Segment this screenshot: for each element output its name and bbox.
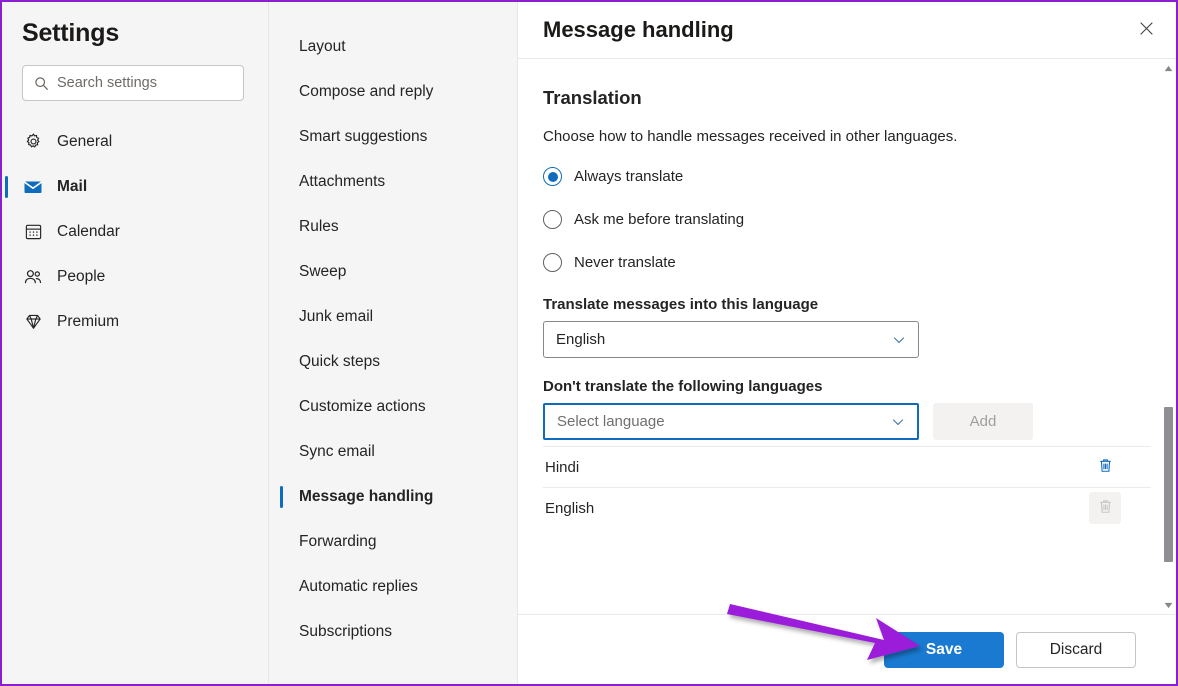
sidebar-nav-list: General Mail Calendar People Premium xyxy=(2,119,268,344)
subnav-item-label: Customize actions xyxy=(299,397,426,415)
subnav-item-label: Junk email xyxy=(299,307,374,325)
main-footer: Save Discard xyxy=(518,614,1176,684)
main-title: Message handling xyxy=(543,17,734,42)
sidebar-item-label: General xyxy=(57,132,113,150)
calendar-icon xyxy=(22,221,44,243)
subnav-item-label: Forwarding xyxy=(299,532,377,550)
trash-icon xyxy=(1097,457,1114,477)
gear-icon xyxy=(22,131,44,153)
list-item: Hindi xyxy=(543,446,1151,487)
radio-mark-icon xyxy=(543,167,562,186)
sidebar-item-label: Premium xyxy=(57,312,120,330)
select-language-dropdown[interactable]: Select language xyxy=(543,403,919,440)
search-settings-box[interactable] xyxy=(22,65,244,101)
target-language-value: English xyxy=(556,331,606,348)
subnav-item-forwarding[interactable]: Forwarding xyxy=(269,519,517,564)
search-icon xyxy=(33,75,49,91)
radio-mark-icon xyxy=(543,210,562,229)
add-language-button[interactable]: Add xyxy=(933,403,1033,440)
subnav-item-label: Message handling xyxy=(299,487,434,505)
subnav-item-label: Quick steps xyxy=(299,352,380,370)
sidebar-item-mail[interactable]: Mail xyxy=(2,164,268,209)
subnav-item-label: Smart suggestions xyxy=(299,127,428,145)
radio-always-translate[interactable]: Always translate xyxy=(543,163,1151,190)
caret-down-icon[interactable] xyxy=(1161,598,1176,612)
select-language-value: Select language xyxy=(557,413,665,430)
subnav-item-subscriptions[interactable]: Subscriptions xyxy=(269,609,517,654)
subnav-item-smart-suggestions[interactable]: Smart suggestions xyxy=(269,114,517,159)
settings-window: Settings General xyxy=(0,0,1178,686)
sidebar-item-label: Calendar xyxy=(57,222,120,240)
content-scrollbar[interactable] xyxy=(1161,59,1176,614)
delete-language-button-english xyxy=(1089,492,1121,524)
diamond-icon xyxy=(22,311,44,333)
subnav-item-customize-actions[interactable]: Customize actions xyxy=(269,384,517,429)
search-input[interactable] xyxy=(57,66,244,100)
radio-mark-icon xyxy=(543,253,562,272)
close-button[interactable] xyxy=(1128,12,1164,48)
radio-label: Always translate xyxy=(574,168,684,185)
subnav-item-junk-email[interactable]: Junk email xyxy=(269,294,517,339)
sidebar-item-label: People xyxy=(57,267,106,285)
sidebar-item-people[interactable]: People xyxy=(2,254,268,299)
delete-language-button-hindi[interactable] xyxy=(1089,451,1121,483)
subnav-item-quick-steps[interactable]: Quick steps xyxy=(269,339,517,384)
subnav-item-label: Sync email xyxy=(299,442,375,460)
excluded-language-select-row: Select language Add xyxy=(543,403,1151,440)
chevron-down-icon xyxy=(890,414,905,429)
section-heading-translation: Translation xyxy=(543,87,642,108)
radio-ask-me-before-translating[interactable]: Ask me before translating xyxy=(543,206,1151,233)
subnav-item-label: Automatic replies xyxy=(299,577,418,595)
subnav-item-automatic-replies[interactable]: Automatic replies xyxy=(269,564,517,609)
radio-never-translate[interactable]: Never translate xyxy=(543,249,1151,276)
sidebar-item-label: Mail xyxy=(57,177,88,195)
radio-label: Ask me before translating xyxy=(574,211,745,228)
page-title: Settings xyxy=(22,19,120,47)
sidebar-item-calendar[interactable]: Calendar xyxy=(2,209,268,254)
subnav-item-rules[interactable]: Rules xyxy=(269,204,517,249)
subnav-item-sync-email[interactable]: Sync email xyxy=(269,429,517,474)
scrollbar-thumb[interactable] xyxy=(1164,407,1173,562)
discard-button[interactable]: Discard xyxy=(1016,631,1136,668)
subnav-item-label: Compose and reply xyxy=(299,82,434,100)
chevron-down-icon xyxy=(891,332,906,347)
save-button[interactable]: Save xyxy=(884,631,1004,668)
subnav-item-label: Sweep xyxy=(299,262,347,280)
trash-icon xyxy=(1097,498,1114,518)
subnav-item-label: Layout xyxy=(299,37,346,55)
target-language-dropdown[interactable]: English xyxy=(543,321,919,358)
sidebar-item-general[interactable]: General xyxy=(2,119,268,164)
mail-icon xyxy=(22,176,44,198)
selection-indicator xyxy=(280,485,283,508)
sidebar-item-premium[interactable]: Premium xyxy=(2,299,268,344)
excluded-languages-label: Don't translate the following languages xyxy=(543,378,823,395)
list-item: English xyxy=(543,487,1151,528)
mail-settings-subnav: Layout Compose and reply Smart suggestio… xyxy=(268,2,517,684)
language-name: Hindi xyxy=(545,458,580,476)
target-language-label: Translate messages into this language xyxy=(543,296,819,313)
radio-label: Never translate xyxy=(574,254,676,271)
settings-sidebar: Settings General xyxy=(2,2,268,684)
close-icon xyxy=(1138,20,1155,40)
excluded-languages-list: Hindi English xyxy=(543,446,1151,528)
subnav-item-sweep[interactable]: Sweep xyxy=(269,249,517,294)
subnav-item-label: Subscriptions xyxy=(299,622,393,640)
language-name: English xyxy=(545,499,595,517)
subnav-item-label: Rules xyxy=(299,217,339,235)
section-description: Choose how to handle messages received i… xyxy=(543,128,958,145)
subnav-item-label: Attachments xyxy=(299,172,386,190)
subnav-item-layout[interactable]: Layout xyxy=(269,24,517,69)
main-body: Translation Choose how to handle message… xyxy=(518,59,1176,614)
subnav-item-compose-and-reply[interactable]: Compose and reply xyxy=(269,69,517,114)
main-panel: Message handling Translation Choose how … xyxy=(517,2,1176,684)
subnav-item-message-handling[interactable]: Message handling xyxy=(269,474,517,519)
selection-indicator xyxy=(5,175,8,198)
subnav-item-attachments[interactable]: Attachments xyxy=(269,159,517,204)
people-icon xyxy=(22,266,44,288)
main-header: Message handling xyxy=(518,2,1176,59)
caret-up-icon[interactable] xyxy=(1161,61,1176,75)
